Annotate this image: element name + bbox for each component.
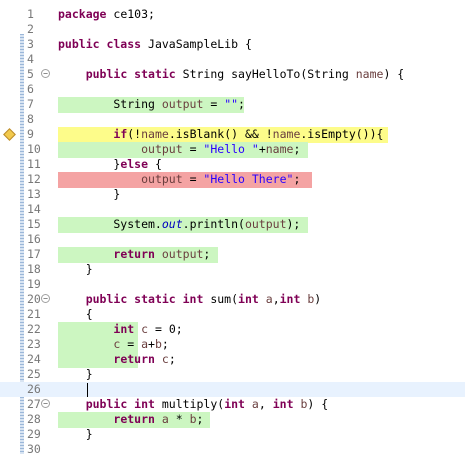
code-text[interactable]: }	[58, 262, 93, 277]
code-line-23[interactable]: 23 c = a+b;	[0, 337, 465, 353]
code-line-15[interactable]: 15 System.out.println(output);	[0, 217, 465, 233]
code-line-21[interactable]: 21 {	[0, 307, 465, 322]
code-text[interactable]: if(!name.isBlank() && !name.isEmpty()){	[58, 127, 383, 142]
line-number: 8	[27, 112, 34, 126]
line-number: 1	[27, 7, 34, 21]
line-number: 7	[27, 97, 34, 111]
line-number: 16	[27, 232, 41, 246]
code-text[interactable]: {	[58, 307, 93, 322]
line-number: 19	[27, 277, 41, 291]
code-text[interactable]: public class JavaSampleLib {	[58, 37, 252, 52]
line-number: 24	[27, 352, 41, 366]
java-code-editor[interactable]: 1 package ce103; 2 3 public class JavaSample…	[0, 0, 465, 458]
line-number: 22	[27, 322, 41, 336]
code-text[interactable]: c = a+b;	[58, 337, 168, 352]
code-line-22[interactable]: 22 int c = 0;	[0, 322, 465, 338]
code-text[interactable]: output = "Hello "+name;	[58, 142, 300, 157]
code-text[interactable]: return c;	[58, 352, 175, 367]
code-text[interactable]: }	[58, 427, 93, 442]
code-line-19[interactable]: 19	[0, 277, 465, 292]
line-number: 23	[27, 337, 41, 351]
code-line-27[interactable]: 27− public int multiply(int a, int b) {	[0, 397, 465, 412]
code-line-11[interactable]: 11 }else {	[0, 157, 465, 172]
line-number: 6	[27, 82, 34, 96]
fold-collapse-icon[interactable]: −	[41, 69, 50, 78]
line-number: 10	[27, 142, 41, 156]
code-line-4[interactable]: 4	[0, 52, 465, 67]
line-number: 15	[27, 217, 41, 231]
line-number: 13	[27, 187, 41, 201]
code-line-2[interactable]: 2	[0, 22, 465, 37]
code-line-7[interactable]: 7 String output = "";	[0, 97, 465, 113]
code-text[interactable]: return a * b;	[58, 412, 203, 427]
code-line-9[interactable]: 9 if(!name.isBlank() && !name.isEmpty())…	[0, 127, 465, 143]
code-line-3[interactable]: 3 public class JavaSampleLib {	[0, 37, 465, 52]
code-line-1[interactable]: 1 package ce103;	[0, 7, 465, 22]
code-line-26[interactable]: 26	[0, 382, 465, 397]
code-line-6[interactable]: 6	[0, 82, 465, 97]
code-line-16[interactable]: 16	[0, 232, 465, 247]
code-line-24[interactable]: 24 return c;	[0, 352, 465, 368]
line-number: 29	[27, 427, 41, 441]
line-number: 11	[27, 157, 41, 171]
code-text[interactable]: public static String sayHelloTo(String n…	[58, 67, 405, 82]
fold-collapse-icon[interactable]: −	[41, 294, 50, 303]
code-line-25[interactable]: 25 }	[0, 367, 465, 382]
code-line-28[interactable]: 28 return a * b;	[0, 412, 465, 428]
line-number: 9	[27, 127, 34, 141]
code-line-14[interactable]: 14	[0, 202, 465, 217]
line-number: 28	[27, 412, 41, 426]
code-line-5[interactable]: 5− public static String sayHelloTo(Strin…	[0, 67, 465, 82]
code-line-20[interactable]: 20− public static int sum(int a,int b)	[0, 292, 465, 307]
code-text[interactable]: int c = 0;	[58, 322, 182, 337]
line-number: 21	[27, 307, 41, 321]
partial-branch-icon[interactable]	[3, 128, 16, 141]
code-text[interactable]: }	[58, 367, 93, 382]
code-text[interactable]: return output;	[58, 247, 210, 262]
line-number: 18	[27, 262, 41, 276]
code-line-30[interactable]: 30	[0, 442, 465, 457]
code-text[interactable]: String output = "";	[58, 97, 245, 112]
code-text[interactable]: package ce103;	[58, 7, 155, 22]
line-number: 3	[27, 37, 34, 51]
code-line-18[interactable]: 18 }	[0, 262, 465, 277]
line-number: 17	[27, 247, 41, 261]
line-number: 25	[27, 367, 41, 381]
code-line-17[interactable]: 17 return output;	[0, 247, 465, 263]
line-number: 26	[27, 382, 41, 396]
line-number: 14	[27, 202, 41, 216]
code-text[interactable]: }else {	[58, 157, 162, 172]
line-number: 4	[27, 52, 34, 66]
line-number: 2	[27, 22, 34, 36]
code-line-13[interactable]: 13 }	[0, 187, 465, 202]
code-line-10[interactable]: 10 output = "Hello "+name;	[0, 142, 465, 158]
code-line-12[interactable]: 12 output = "Hello There";	[0, 172, 465, 188]
code-text[interactable]: public static int sum(int a,int b)	[58, 292, 322, 307]
code-line-8[interactable]: 8	[0, 112, 465, 127]
code-text[interactable]: output = "Hello There";	[58, 172, 300, 187]
line-number: 30	[27, 442, 41, 456]
code-text[interactable]: System.out.println(output);	[58, 217, 300, 232]
line-number: 12	[27, 172, 41, 186]
code-text[interactable]: }	[58, 187, 120, 202]
code-text[interactable]: public int multiply(int a, int b) {	[58, 397, 328, 412]
fold-collapse-icon[interactable]: −	[41, 399, 50, 408]
code-line-29[interactable]: 29 }	[0, 427, 465, 442]
text-cursor	[87, 383, 88, 397]
